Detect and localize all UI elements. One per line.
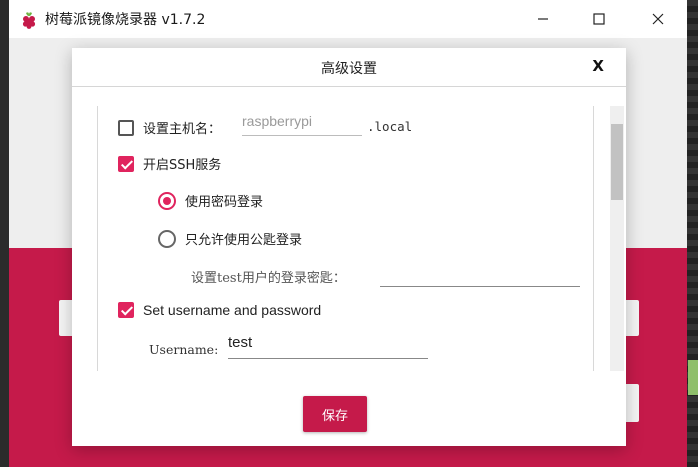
dialog-close-button[interactable]: X	[592, 57, 604, 75]
title-bar: 树莓派镜像烧录器 v1.7.2	[9, 0, 687, 38]
app-title: 树莓派镜像烧录器 v1.7.2	[45, 12, 206, 28]
desktop-strip	[687, 0, 698, 467]
dialog-header: 高级设置 X	[72, 48, 626, 87]
hostname-suffix: .local	[367, 119, 413, 134]
hostname-label: 设置主机名：	[143, 122, 222, 137]
pubkey-input[interactable]	[380, 266, 580, 287]
hostname-input[interactable]: raspberrypi	[242, 111, 362, 136]
raspberry-icon	[22, 12, 36, 29]
pubkey-field-label: 设置test用户的登录密匙：	[191, 271, 346, 286]
scrollbar-thumb[interactable]	[611, 124, 623, 200]
settings-scroll-area: 设置主机名： raspberrypi .local 开启SSH服务 使用密码登录…	[97, 106, 594, 371]
ssh-row: 开启SSH服务	[118, 154, 221, 173]
hostname-row: 设置主机名：	[118, 118, 221, 137]
user-checkbox[interactable]	[118, 302, 134, 318]
pubkey-login-option[interactable]: 只允许使用公匙登录	[158, 229, 302, 248]
desktop-window-edge	[688, 360, 698, 395]
username-input[interactable]: test	[228, 332, 428, 359]
pubkey-login-label: 只允许使用公匙登录	[185, 233, 303, 248]
user-label: Set username and password	[143, 302, 322, 318]
minimize-button[interactable]	[521, 4, 565, 34]
maximize-icon	[593, 13, 605, 25]
hostname-checkbox[interactable]	[118, 119, 134, 136]
ssh-label: 开启SSH服务	[143, 158, 222, 173]
password-login-label: 使用密码登录	[185, 195, 264, 210]
close-icon	[652, 13, 664, 25]
password-login-radio[interactable]	[158, 191, 176, 210]
window-close-button[interactable]	[636, 4, 680, 34]
username-label: Username:	[149, 342, 219, 357]
maximize-button[interactable]	[577, 4, 621, 34]
pubkey-login-radio[interactable]	[158, 229, 176, 248]
ssh-checkbox[interactable]	[118, 155, 134, 172]
password-login-option[interactable]: 使用密码登录	[158, 191, 263, 210]
advanced-settings-dialog: 高级设置 X 设置主机名： raspberrypi .local 开启SSH服务…	[72, 48, 626, 446]
dialog-title: 高级设置	[321, 61, 377, 77]
minimize-icon	[538, 18, 548, 20]
save-button[interactable]: 保存	[303, 396, 367, 432]
user-row: Set username and password	[118, 302, 321, 318]
